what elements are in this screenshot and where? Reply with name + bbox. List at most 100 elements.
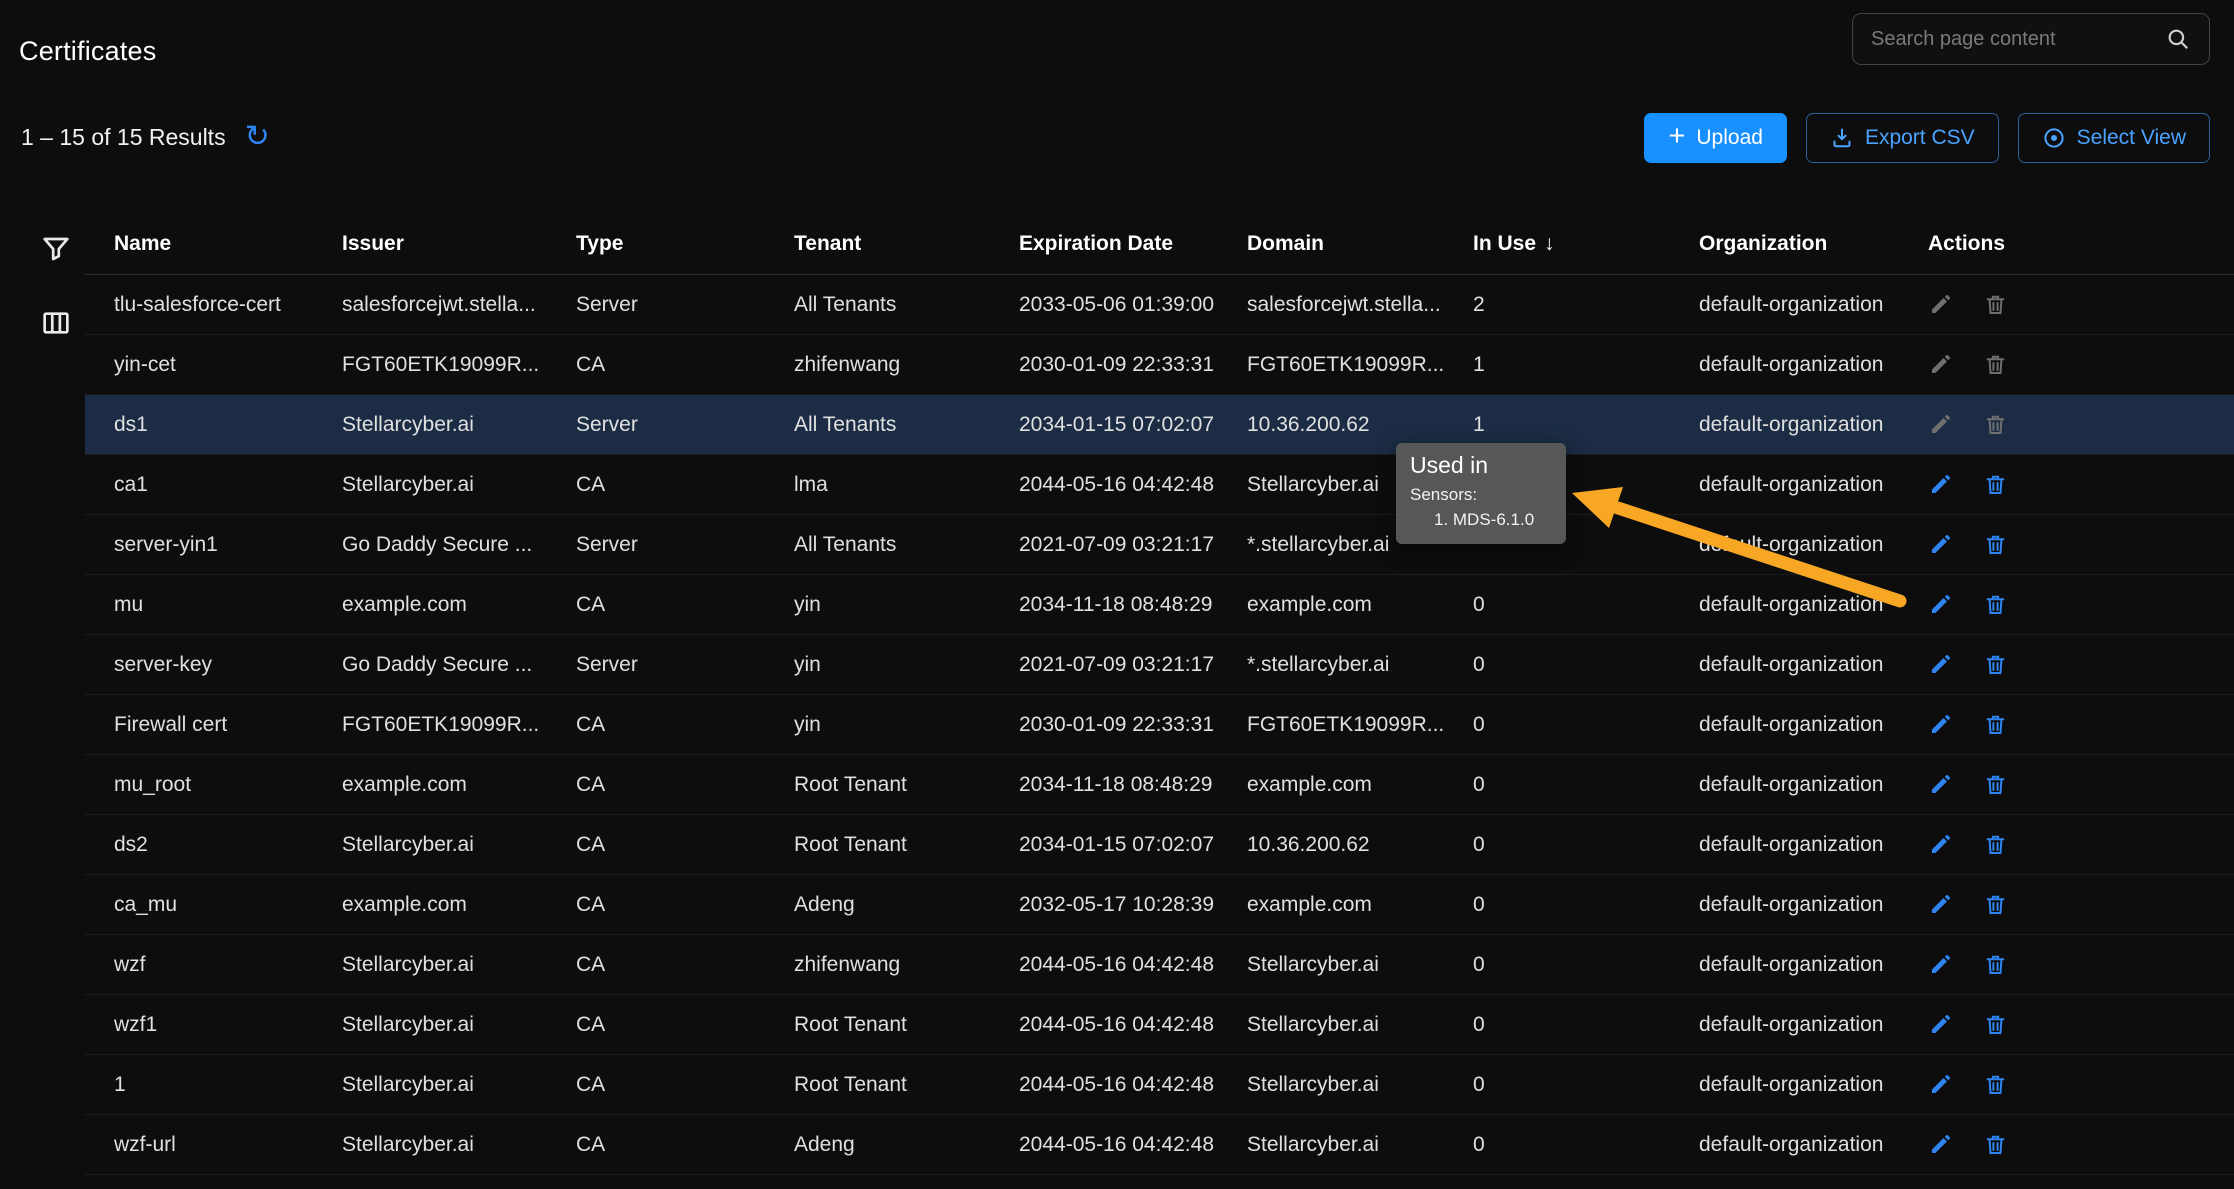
results-bar: 1 – 15 of 15 Results ↻ <box>21 122 270 152</box>
table-row[interactable]: ds2Stellarcyber.aiCARoot Tenant2034-01-1… <box>85 815 2234 875</box>
table-row[interactable]: wzfStellarcyber.aiCAzhifenwang2044-05-16… <box>85 935 2234 995</box>
delete-icon <box>1983 292 2008 317</box>
upload-button[interactable]: + Upload <box>1644 113 1787 163</box>
column-header-actions[interactable]: Actions <box>1928 232 2234 256</box>
edit-icon[interactable] <box>1928 772 1953 797</box>
search-box[interactable] <box>1852 13 2210 65</box>
cell-actions <box>1928 1072 2234 1097</box>
table-row[interactable]: ds1Stellarcyber.aiServerAll Tenants2034-… <box>85 395 2234 455</box>
cell-issuer: example.com <box>342 593 576 617</box>
delete-icon[interactable] <box>1983 1072 2008 1097</box>
cell-actions <box>1928 1132 2234 1157</box>
delete-icon[interactable] <box>1983 832 2008 857</box>
table-row[interactable]: tlu-salesforce-certsalesforcejwt.stella.… <box>85 275 2234 335</box>
table-row[interactable]: Firewall certFGT60ETK19099R...CAyin2030-… <box>85 695 2234 755</box>
cell-issuer: Stellarcyber.ai <box>342 1073 576 1097</box>
cell-organization: default-organization <box>1699 713 1928 737</box>
table-row[interactable]: server-yin1Go Daddy Secure ...ServerAll … <box>85 515 2234 575</box>
column-header-domain[interactable]: Domain <box>1247 232 1473 256</box>
table-row[interactable]: wzf-urlStellarcyber.aiCAAdeng2044-05-16 … <box>85 1115 2234 1175</box>
cell-type: CA <box>576 1013 794 1037</box>
delete-icon[interactable] <box>1983 772 2008 797</box>
delete-icon[interactable] <box>1983 472 2008 497</box>
delete-icon[interactable] <box>1983 952 2008 977</box>
cell-tenant: Root Tenant <box>794 773 1019 797</box>
cell-actions <box>1928 712 2234 737</box>
cell-in-use: 0 <box>1473 653 1699 677</box>
edit-icon <box>1928 352 1953 377</box>
column-header-type[interactable]: Type <box>576 232 794 256</box>
column-header-in-use[interactable]: In Use ↓ <box>1473 232 1699 256</box>
cell-name: mu <box>114 593 342 617</box>
column-header-organization[interactable]: Organization <box>1699 232 1928 256</box>
table-row[interactable]: ca1Stellarcyber.aiCAlma2044-05-16 04:42:… <box>85 455 2234 515</box>
cell-issuer: Stellarcyber.ai <box>342 1013 576 1037</box>
cell-name: server-yin1 <box>114 533 342 557</box>
cell-type: CA <box>576 1133 794 1157</box>
cell-tenant: All Tenants <box>794 293 1019 317</box>
edit-icon[interactable] <box>1928 1012 1953 1037</box>
edit-icon[interactable] <box>1928 892 1953 917</box>
refresh-icon[interactable]: ↻ <box>245 122 270 152</box>
edit-icon[interactable] <box>1928 472 1953 497</box>
cell-domain: example.com <box>1247 773 1473 797</box>
cell-in-use: 1 <box>1473 353 1699 377</box>
sort-descending-icon[interactable]: ↓ <box>1544 232 1555 256</box>
cell-organization: default-organization <box>1699 593 1928 617</box>
cell-expiration-date: 2032-05-17 10:28:39 <box>1019 893 1247 917</box>
cell-type: Server <box>576 653 794 677</box>
column-header-label: Expiration Date <box>1019 232 1173 256</box>
cell-issuer: example.com <box>342 773 576 797</box>
delete-icon[interactable] <box>1983 1132 2008 1157</box>
table-row[interactable]: server-keyGo Daddy Secure ...Serveryin20… <box>85 635 2234 695</box>
cell-domain: example.com <box>1247 593 1473 617</box>
certificates-table: NameIssuerTypeTenantExpiration Date Domai… <box>85 214 2234 1175</box>
cell-organization: default-organization <box>1699 473 1928 497</box>
table-row[interactable]: mu_rootexample.comCARoot Tenant2034-11-1… <box>85 755 2234 815</box>
cell-domain: *.stellarcyber.ai <box>1247 653 1473 677</box>
columns-icon[interactable] <box>40 307 72 339</box>
cell-tenant: yin <box>794 653 1019 677</box>
edit-icon[interactable] <box>1928 1072 1953 1097</box>
column-header-tenant[interactable]: Tenant <box>794 232 1019 256</box>
edit-icon <box>1928 292 1953 317</box>
delete-icon[interactable] <box>1983 532 2008 557</box>
edit-icon[interactable] <box>1928 832 1953 857</box>
search-icon[interactable] <box>2165 26 2191 52</box>
table-row[interactable]: 1Stellarcyber.aiCARoot Tenant2044-05-16 … <box>85 1055 2234 1115</box>
delete-icon[interactable] <box>1983 652 2008 677</box>
delete-icon[interactable] <box>1983 892 2008 917</box>
table-row[interactable]: ca_muexample.comCAAdeng2032-05-17 10:28:… <box>85 875 2234 935</box>
cell-expiration-date: 2030-01-09 22:33:31 <box>1019 713 1247 737</box>
edit-icon[interactable] <box>1928 532 1953 557</box>
cell-tenant: yin <box>794 713 1019 737</box>
edit-icon[interactable] <box>1928 712 1953 737</box>
column-header-label: Organization <box>1699 232 1827 256</box>
cell-tenant: yin <box>794 593 1019 617</box>
cell-name: tlu-salesforce-cert <box>114 293 342 317</box>
column-header-expiration-date[interactable]: Expiration Date <box>1019 232 1247 256</box>
cell-domain: FGT60ETK19099R... <box>1247 353 1473 377</box>
column-header-label: In Use <box>1473 232 1536 256</box>
edit-icon[interactable] <box>1928 1132 1953 1157</box>
cell-expiration-date: 2034-11-18 08:48:29 <box>1019 593 1247 617</box>
export-csv-button[interactable]: Export CSV <box>1806 113 1999 163</box>
column-header-issuer[interactable]: Issuer <box>342 232 576 256</box>
delete-icon[interactable] <box>1983 1012 2008 1037</box>
search-input[interactable] <box>1871 28 2155 51</box>
select-view-button[interactable]: Select View <box>2018 113 2210 163</box>
delete-icon[interactable] <box>1983 592 2008 617</box>
table-row[interactable]: wzf1Stellarcyber.aiCARoot Tenant2044-05-… <box>85 995 2234 1055</box>
table-row[interactable]: muexample.comCAyin2034-11-18 08:48:29exa… <box>85 575 2234 635</box>
filter-icon[interactable] <box>40 233 72 265</box>
cell-tenant: All Tenants <box>794 413 1019 437</box>
edit-icon[interactable] <box>1928 652 1953 677</box>
delete-icon[interactable] <box>1983 712 2008 737</box>
edit-icon[interactable] <box>1928 592 1953 617</box>
edit-icon[interactable] <box>1928 952 1953 977</box>
column-header-name[interactable]: Name <box>114 232 342 256</box>
cell-actions <box>1928 532 2234 557</box>
cell-organization: default-organization <box>1699 533 1928 557</box>
cell-tenant: zhifenwang <box>794 953 1019 977</box>
table-row[interactable]: yin-cetFGT60ETK19099R...CAzhifenwang2030… <box>85 335 2234 395</box>
